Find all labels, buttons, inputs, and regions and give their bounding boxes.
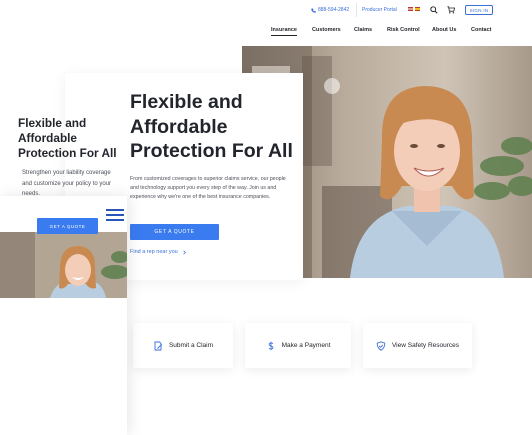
nav-item-risk-control[interactable]: Risk Control — [387, 27, 420, 33]
find-rep-link[interactable]: Find a rep near you — [130, 249, 187, 255]
language-switcher[interactable] — [408, 7, 420, 11]
dollar-icon — [268, 341, 273, 350]
make-payment-card[interactable]: Make a Payment — [245, 323, 351, 368]
mobile-hero-card — [10, 300, 127, 364]
hero-title-line-2: Affordable — [130, 115, 228, 138]
safety-resources-label: View Safety Resources — [391, 342, 460, 349]
phone-icon — [311, 8, 316, 13]
nav-item-customers[interactable]: Customers — [312, 27, 341, 33]
es-flag-icon[interactable] — [415, 7, 420, 11]
mobile-title-line-3: Protection For All — [18, 146, 117, 160]
safety-resources-card[interactable]: View Safety Resources — [363, 323, 472, 368]
us-flag-icon[interactable] — [408, 7, 413, 11]
cart-icon[interactable] — [447, 6, 455, 14]
divider — [356, 3, 357, 17]
main-nav: Insurance Customers Claims Risk Control … — [0, 27, 532, 39]
nav-item-insurance[interactable]: Insurance — [271, 27, 297, 36]
hero-title: Flexible and Affordable Protection For A… — [130, 90, 300, 164]
mobile-title-line-2: Affordable — [18, 131, 77, 145]
sign-in-button[interactable]: SIGN IN — [465, 5, 493, 15]
mobile-title-line-1: Flexible and — [18, 116, 87, 130]
chevron-right-icon — [182, 249, 186, 255]
mobile-get-a-quote-button[interactable]: GET A QUOTE — [37, 218, 98, 234]
phone-link[interactable]: 888-594-2842 — [311, 7, 349, 13]
hero-title-line-1: Flexible and — [130, 91, 243, 113]
shield-check-icon — [376, 340, 386, 351]
mobile-hero-description: Strengthen your liability coverage and c… — [22, 170, 112, 197]
submit-claim-label: Submit a Claim — [168, 342, 214, 349]
hamburger-menu-icon[interactable] — [106, 209, 124, 221]
producer-portal-link[interactable]: Producer Portal — [362, 7, 397, 13]
hero-title-line-3: Protection For All — [130, 140, 293, 162]
get-a-quote-button[interactable]: GET A QUOTE — [130, 224, 219, 240]
phone-number: 888-594-2842 — [318, 7, 350, 13]
submit-claim-card[interactable]: Submit a Claim — [133, 323, 233, 368]
mobile-hero-image — [0, 232, 127, 298]
document-edit-icon — [154, 341, 163, 350]
mobile-hero-title: Flexible and Affordable Protection For A… — [18, 116, 123, 161]
hero-description: From customized coverages to superior cl… — [130, 176, 286, 200]
nav-item-contact[interactable]: Contact — [471, 27, 491, 33]
make-payment-label: Make a Payment — [281, 342, 331, 349]
nav-item-claims[interactable]: Claims — [354, 27, 372, 33]
utility-bar: 888-594-2842 Producer Portal SIGN IN — [0, 0, 532, 22]
find-rep-label: Find a rep near you — [130, 249, 178, 255]
nav-item-about-us[interactable]: About Us — [432, 27, 456, 33]
search-icon[interactable] — [430, 6, 438, 14]
